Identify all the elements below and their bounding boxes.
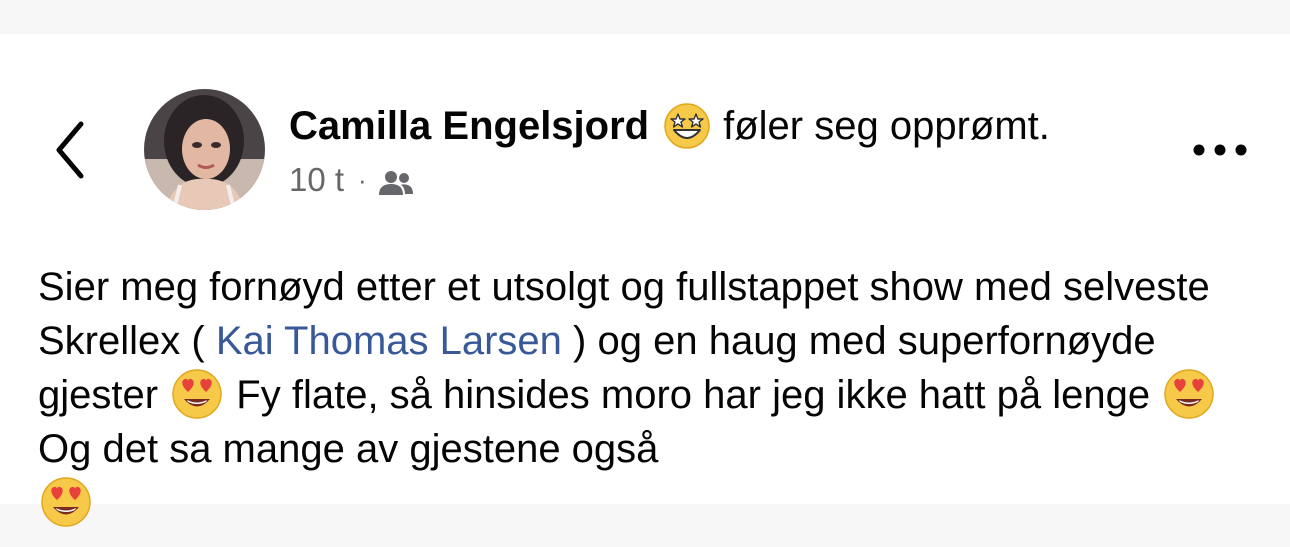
author-name[interactable]: Camilla Engelsjord [289, 102, 649, 150]
more-options-button[interactable] [1188, 132, 1252, 168]
post-header: Camilla Engelsjord føler seg opprømt. [289, 102, 1050, 150]
avatar-photo [144, 89, 265, 210]
post-meta: 10 t · [289, 160, 415, 200]
friends-icon[interactable] [377, 166, 415, 195]
heart-eyes-emoji-icon [40, 476, 92, 528]
post-body-text: Sier meg fornøyd etter et utsolgt og ful… [38, 260, 1268, 530]
more-options-icon [1193, 144, 1247, 156]
heart-eyes-emoji-icon [171, 368, 223, 420]
post-card: Camilla Engelsjord føler seg opprømt. 10… [0, 34, 1290, 527]
back-chevron-icon [56, 121, 84, 179]
heart-eyes-emoji-icon [1163, 368, 1215, 420]
post-timestamp[interactable]: 10 t [289, 160, 344, 200]
post-text-part: Fy flate, så hinsides moro har jeg ikke … [225, 373, 1162, 417]
back-button[interactable] [50, 118, 90, 182]
post-text-part: Og det sa mange av gjestene også [38, 427, 659, 471]
feeling-text: føler seg opprømt. [723, 104, 1050, 148]
star-struck-emoji-icon [663, 102, 711, 150]
mention-link[interactable]: Kai Thomas Larsen [216, 319, 562, 363]
meta-separator: · [358, 165, 367, 195]
avatar[interactable] [144, 89, 265, 210]
